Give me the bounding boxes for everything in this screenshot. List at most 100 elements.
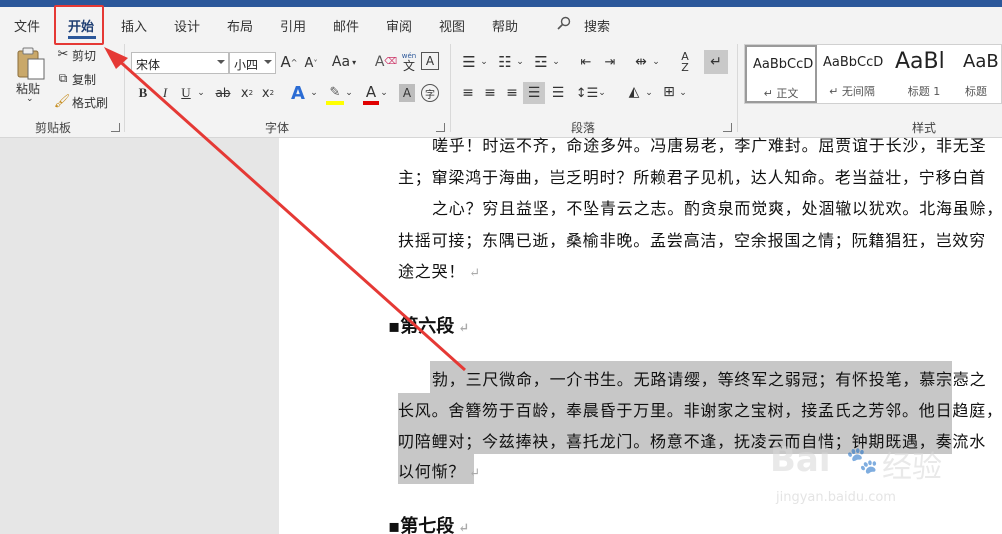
- align-right-icon[interactable]: ≡: [503, 84, 521, 102]
- borders-icon[interactable]: ⊞: [660, 83, 678, 101]
- chevron-down-icon[interactable]: ⌄: [645, 86, 653, 100]
- font-group-label: 字体: [265, 121, 290, 135]
- heading-section-6[interactable]: ▪第六段 ↵: [388, 312, 469, 338]
- enclose-char-icon[interactable]: 字: [421, 84, 439, 102]
- clipboard-launcher-icon[interactable]: [111, 123, 120, 132]
- superscript-label: x: [261, 85, 270, 101]
- italic-button[interactable]: I: [158, 84, 172, 102]
- phonetic-char: 文: [402, 58, 415, 73]
- tab-mailings[interactable]: 邮件: [333, 16, 359, 35]
- cut-button[interactable]: 剪切: [72, 47, 96, 64]
- sort-icon[interactable]: AZ: [675, 50, 695, 74]
- format-painter-icon[interactable]: 🖌: [54, 93, 71, 109]
- doc-line-text: 以何惭？: [398, 462, 466, 481]
- show-marks-icon[interactable]: ↵: [704, 50, 728, 74]
- tab-layout[interactable]: 布局: [227, 16, 253, 35]
- style-normal[interactable]: AaBbCcD ↵ 正文: [745, 45, 817, 103]
- title-bar: [0, 0, 1002, 7]
- paragraph-launcher-icon[interactable]: [723, 123, 732, 132]
- chevron-down-icon[interactable]: ⌄: [598, 86, 606, 100]
- search-label[interactable]: 搜索: [584, 16, 610, 35]
- chevron-down-icon[interactable]: ⌄: [552, 55, 560, 69]
- shading-icon[interactable]: ◭: [624, 82, 644, 102]
- tab-review[interactable]: 审阅: [386, 16, 412, 35]
- font-name-select[interactable]: 宋体: [131, 52, 229, 74]
- clear-formatting-icon[interactable]: A ⌫: [375, 52, 397, 72]
- chevron-down-icon[interactable]: ⌄: [679, 86, 687, 100]
- ribbon-home: 粘贴 ⌄ ✂ 剪切 ⧉ 复制 🖌 格式刷 剪贴板 宋体 小四 A ^ A ˅ Aa ▾…: [0, 40, 1002, 138]
- superscript-button[interactable]: x2: [261, 84, 275, 102]
- tab-view[interactable]: 视图: [439, 16, 465, 35]
- align-left-icon[interactable]: ≡: [459, 84, 477, 102]
- font-launcher-icon[interactable]: [436, 123, 445, 132]
- format-painter-button[interactable]: 格式刷: [72, 94, 108, 111]
- align-center-icon[interactable]: ≡: [481, 84, 499, 102]
- doc-line[interactable]: 途之哭！ ↵: [398, 258, 481, 282]
- scissors-icon[interactable]: ✂: [56, 46, 70, 62]
- font-color-dropdown-icon[interactable]: ⌄: [380, 86, 388, 100]
- tab-design[interactable]: 设计: [174, 16, 200, 35]
- numbering-icon[interactable]: ☷: [494, 52, 516, 72]
- tab-file[interactable]: 文件: [14, 16, 40, 35]
- doc-line-selected[interactable]: 以何惭？ ↵: [398, 458, 481, 482]
- shrink-font-icon[interactable]: A ˅: [302, 53, 320, 73]
- paste-icon[interactable]: [14, 46, 48, 82]
- highlight-dropdown-icon[interactable]: ⌄: [345, 86, 353, 100]
- paragraph-mark: ↵: [469, 466, 481, 481]
- subscript-label: x: [240, 85, 249, 101]
- change-case-button[interactable]: Aa ▾: [331, 52, 357, 72]
- watermark-url: jingyan.baidu.com: [776, 490, 896, 505]
- ribbon-tabs: 文件 开始 插入 设计 布局 引用 邮件 审阅 视图 帮助 搜索: [0, 7, 1002, 40]
- heading-section-7[interactable]: ▪第七段 ↵: [388, 512, 469, 534]
- doc-line[interactable]: 扶摇可接；东隅已逝，桑榆非晚。孟尝高洁，空余报国之情；阮籍猖狂，岂效穷: [398, 227, 986, 251]
- clipboard-group-label: 剪贴板: [35, 121, 72, 135]
- copy-button[interactable]: 复制: [72, 71, 96, 88]
- bullets-icon[interactable]: ☰: [458, 52, 480, 72]
- change-case-label: Aa: [331, 54, 351, 70]
- font-color-button[interactable]: A: [363, 82, 379, 102]
- decrease-indent-icon[interactable]: ⇤: [576, 52, 596, 72]
- line-spacing-icon[interactable]: ↕☰: [576, 84, 599, 102]
- copy-icon[interactable]: ⧉: [56, 70, 70, 86]
- increase-indent-icon[interactable]: ⇥: [600, 52, 620, 72]
- bold-button[interactable]: B: [136, 84, 150, 102]
- doc-line[interactable]: 主；窜梁鸿于海曲，岂乏明时？所赖君子见机，达人知命。老当益壮，宁移白首: [398, 164, 986, 188]
- chevron-down-icon[interactable]: ⌄: [480, 55, 488, 69]
- highlighter-icon[interactable]: ✎: [325, 82, 345, 102]
- doc-line[interactable]: 嗟乎！时运不齐，命途多舛。冯唐易老，李广难封。屈贾谊于长沙，非无圣: [432, 132, 986, 156]
- font-color-swatch: [363, 101, 379, 105]
- doc-line-selected[interactable]: 勃，三尺微命，一介书生。无路请缨，等终军之弱冠；有怀投笔，慕宗悫之: [432, 366, 986, 390]
- tab-help[interactable]: 帮助: [492, 16, 518, 35]
- doc-line-selected[interactable]: 长风。舍簪笏于百龄，奉晨昏于万里。非谢家之宝树，接孟氏之芳邻。他日趋庭，: [398, 397, 1002, 421]
- subscript-button[interactable]: x2: [240, 84, 254, 102]
- tab-insert[interactable]: 插入: [121, 16, 147, 35]
- divider: [737, 44, 738, 132]
- search-icon[interactable]: [557, 16, 571, 30]
- multilevel-list-icon[interactable]: ☲: [530, 52, 552, 72]
- tab-references[interactable]: 引用: [280, 16, 306, 35]
- justify-icon[interactable]: ☰: [523, 82, 545, 104]
- style-heading-1[interactable]: AaBl 标题 1: [889, 45, 959, 103]
- text-effects-button[interactable]: A: [289, 82, 307, 104]
- doc-line[interactable]: 之心？穷且益坚，不坠青云之志。酌贪泉而觉爽，处涸辙以犹欢。北海虽赊，: [432, 195, 1002, 219]
- chevron-down-icon[interactable]: ⌄: [652, 55, 660, 69]
- chinese-layout-icon[interactable]: ⇹: [630, 52, 652, 72]
- style-title[interactable]: AaB 标题: [959, 45, 1001, 103]
- font-size-value: 小四: [234, 58, 259, 72]
- underline-button[interactable]: U: [179, 84, 193, 102]
- underline-dropdown-icon[interactable]: ⌄: [196, 86, 206, 100]
- divider: [450, 44, 451, 132]
- char-shading-button[interactable]: A: [399, 84, 415, 102]
- strikethrough-button[interactable]: ab: [214, 84, 232, 102]
- font-size-select[interactable]: 小四: [229, 52, 276, 74]
- text-effects-dropdown-icon[interactable]: ⌄: [310, 86, 318, 100]
- style-sample: AaB: [963, 51, 999, 72]
- style-no-spacing[interactable]: AaBbCcD ↵ 无间隔: [817, 45, 887, 103]
- paste-dropdown-icon[interactable]: ⌄: [26, 94, 34, 104]
- distributed-icon[interactable]: ☰: [549, 84, 567, 102]
- grow-font-icon[interactable]: A ^: [280, 52, 298, 72]
- char-border-icon[interactable]: A: [421, 52, 439, 70]
- style-name: ↵ 无间隔: [829, 85, 875, 98]
- chevron-down-icon[interactable]: ⌄: [516, 55, 524, 69]
- phonetic-guide-button[interactable]: wén 文: [400, 50, 418, 74]
